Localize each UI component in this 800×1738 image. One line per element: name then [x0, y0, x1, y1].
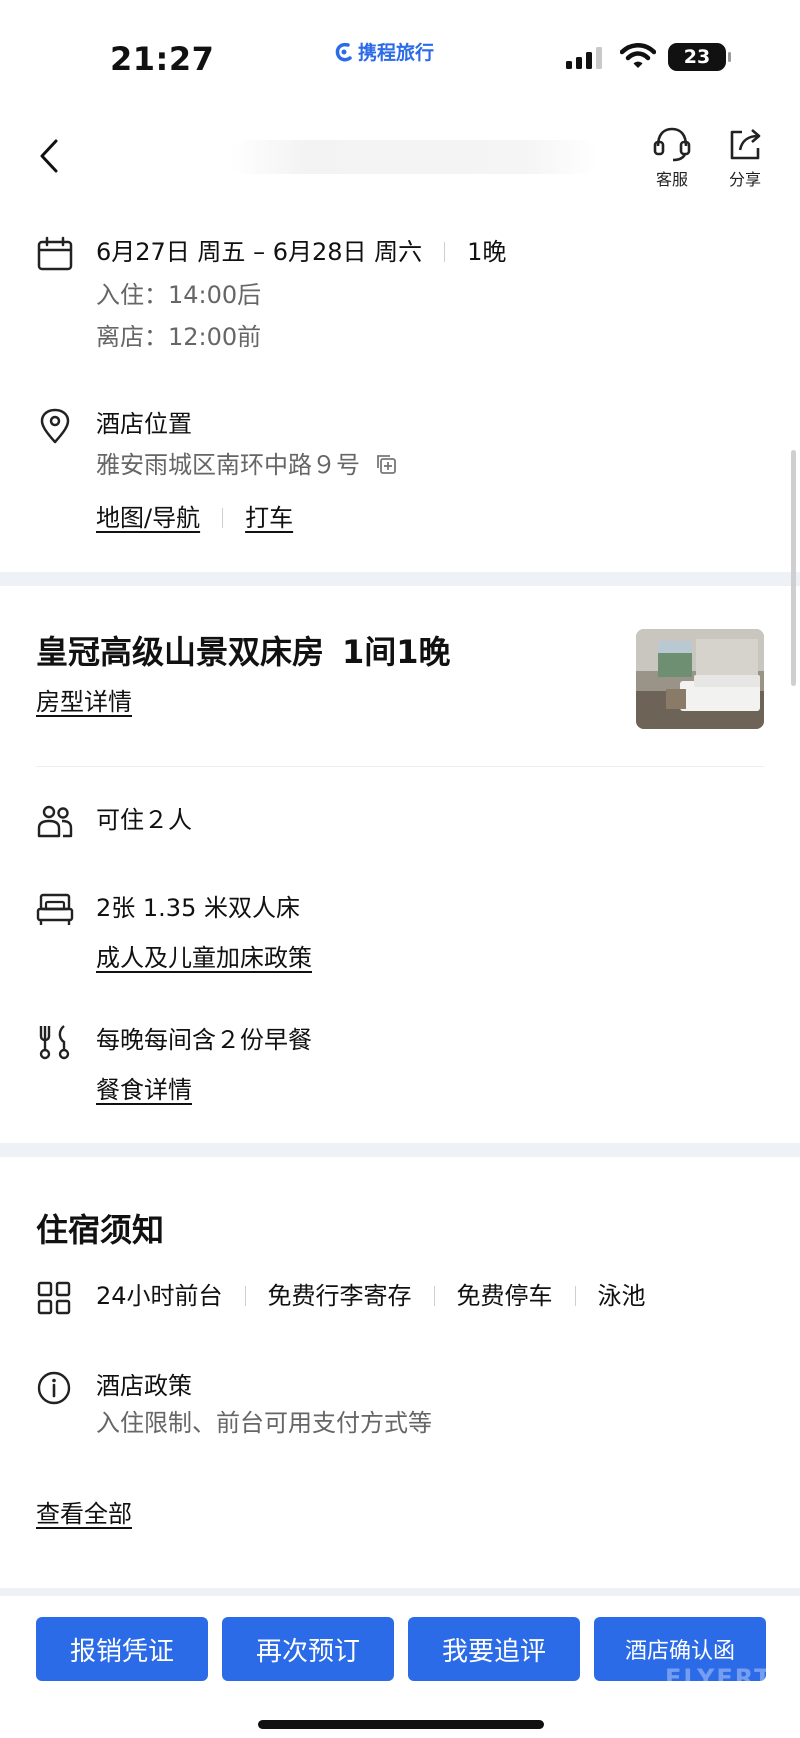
- room-type-title: 皇冠高级山景双床房 1间1晚: [36, 627, 451, 673]
- location-title: 酒店位置: [96, 410, 192, 438]
- stay-notice-title: 住宿须知: [36, 1211, 165, 1249]
- service-label: 客服: [655, 170, 688, 189]
- meal-details-link[interactable]: 餐食详情: [96, 1070, 192, 1105]
- status-bar: 21:27 携程旅行 23: [0, 0, 800, 110]
- nav-bar: 客服 分享: [0, 110, 800, 200]
- room-divider: [36, 766, 764, 767]
- map-navigation-link[interactable]: 地图/导航: [96, 504, 200, 532]
- people-icon: [37, 805, 73, 838]
- breakfast-row: 每晚每间含２份早餐 餐食详情: [36, 1024, 312, 1105]
- hotel-policy-row[interactable]: 酒店政策 入住限制、前台可用支付方式等: [36, 1370, 432, 1444]
- divider: [244, 1286, 246, 1306]
- view-all-link[interactable]: 查看全部: [36, 1494, 132, 1529]
- location-pin-icon: [40, 408, 70, 444]
- room-photo[interactable]: [636, 629, 764, 729]
- policy-title: 酒店政策: [96, 1372, 192, 1400]
- share-icon: [730, 129, 761, 160]
- address-line: 雅安雨城区南环中路９号: [96, 444, 398, 486]
- watermark: FLYERT: [665, 1664, 773, 1692]
- occupancy-row: 可住２人: [36, 804, 192, 840]
- checkout-time: 离店：12:00前: [96, 323, 262, 351]
- divider: [574, 1286, 576, 1306]
- room-image: [636, 629, 764, 729]
- facilities-row: 24小时前台 免费行李寄存 免费停车 泳池: [36, 1280, 646, 1316]
- bed-row: 2张 1.35 米双人床 成人及儿童加床政策: [36, 892, 312, 973]
- home-indicator[interactable]: [258, 1720, 544, 1729]
- brand-header: 携程旅行: [334, 38, 434, 65]
- share-button[interactable]: 分享: [715, 124, 775, 190]
- policy-description: 入住限制、前台可用支付方式等: [96, 1409, 432, 1437]
- date-range: 6月27日 周五 – 6月28日 周六: [96, 238, 423, 266]
- cellular-signal-icon: [566, 45, 602, 69]
- back-arrow-icon[interactable]: [32, 136, 68, 176]
- occupancy-text: 可住２人: [96, 806, 192, 834]
- info-icon: [37, 1371, 71, 1405]
- bar-shadow: [0, 1588, 800, 1596]
- brand-name: 携程旅行: [358, 42, 435, 64]
- hotel-name-redacted: [230, 140, 600, 174]
- nights-count: 1晚: [467, 238, 507, 266]
- customer-service-button[interactable]: 客服: [642, 124, 702, 190]
- hotel-location-row: 酒店位置 雅安雨城区南环中路９号 地图/导航 打车: [36, 408, 398, 533]
- divider: [444, 242, 446, 262]
- bed-icon: [36, 893, 74, 925]
- battery-level: 23: [683, 46, 711, 68]
- breakfast-info: 每晚每间含２份早餐: [96, 1026, 312, 1054]
- facility-item: 免费行李寄存: [267, 1282, 412, 1310]
- scrollbar[interactable]: [791, 450, 796, 686]
- calendar-icon: [37, 236, 73, 271]
- clock: 21:27: [110, 40, 215, 78]
- wifi-icon: [620, 43, 656, 68]
- facility-item: 免费停车: [456, 1282, 553, 1310]
- section-divider: [0, 1143, 800, 1157]
- cutlery-icon: [39, 1025, 70, 1060]
- grid-icon: [37, 1281, 71, 1315]
- bed-info: 2张 1.35 米双人床: [96, 894, 300, 922]
- facilities-list: 24小时前台 免费行李寄存 免费停车 泳池: [96, 1280, 646, 1316]
- divider: [433, 1286, 435, 1306]
- divider: [222, 508, 224, 528]
- section-divider: [0, 572, 800, 586]
- add-review-button[interactable]: 我要追评: [408, 1617, 580, 1681]
- bottom-action-bar: 报销凭证 再次预订 我要追评 酒店确认函 FLYERT: [0, 1588, 800, 1738]
- ctrip-logo-icon: [335, 42, 352, 61]
- facility-item: 泳池: [597, 1282, 646, 1310]
- share-label: 分享: [728, 170, 761, 189]
- extra-bed-policy-link[interactable]: 成人及儿童加床政策: [96, 938, 312, 973]
- hotel-address: 雅安雨城区南环中路９号: [96, 451, 360, 479]
- rebook-button[interactable]: 再次预订: [222, 1617, 394, 1681]
- stay-dates: 6月27日 周五 – 6月28日 周六 1晚: [96, 236, 506, 268]
- room-details-link[interactable]: 房型详情: [36, 682, 132, 717]
- room-name: 皇冠高级山景双床房: [36, 633, 325, 671]
- battery-indicator: 23: [668, 43, 731, 71]
- copy-icon[interactable]: [374, 452, 398, 476]
- facility-item: 24小时前台: [96, 1282, 223, 1310]
- receipt-button[interactable]: 报销凭证: [36, 1617, 208, 1681]
- location-links: 地图/导航 打车: [96, 498, 398, 533]
- headset-icon: [653, 127, 691, 162]
- checkin-time: 入住：14:00后: [96, 281, 262, 309]
- taxi-link[interactable]: 打车: [245, 504, 293, 532]
- room-count: 1间1晚: [342, 633, 451, 671]
- stay-dates-row: 6月27日 周五 – 6月28日 周六 1晚 入住：14:00后 离店：12:00…: [36, 236, 506, 358]
